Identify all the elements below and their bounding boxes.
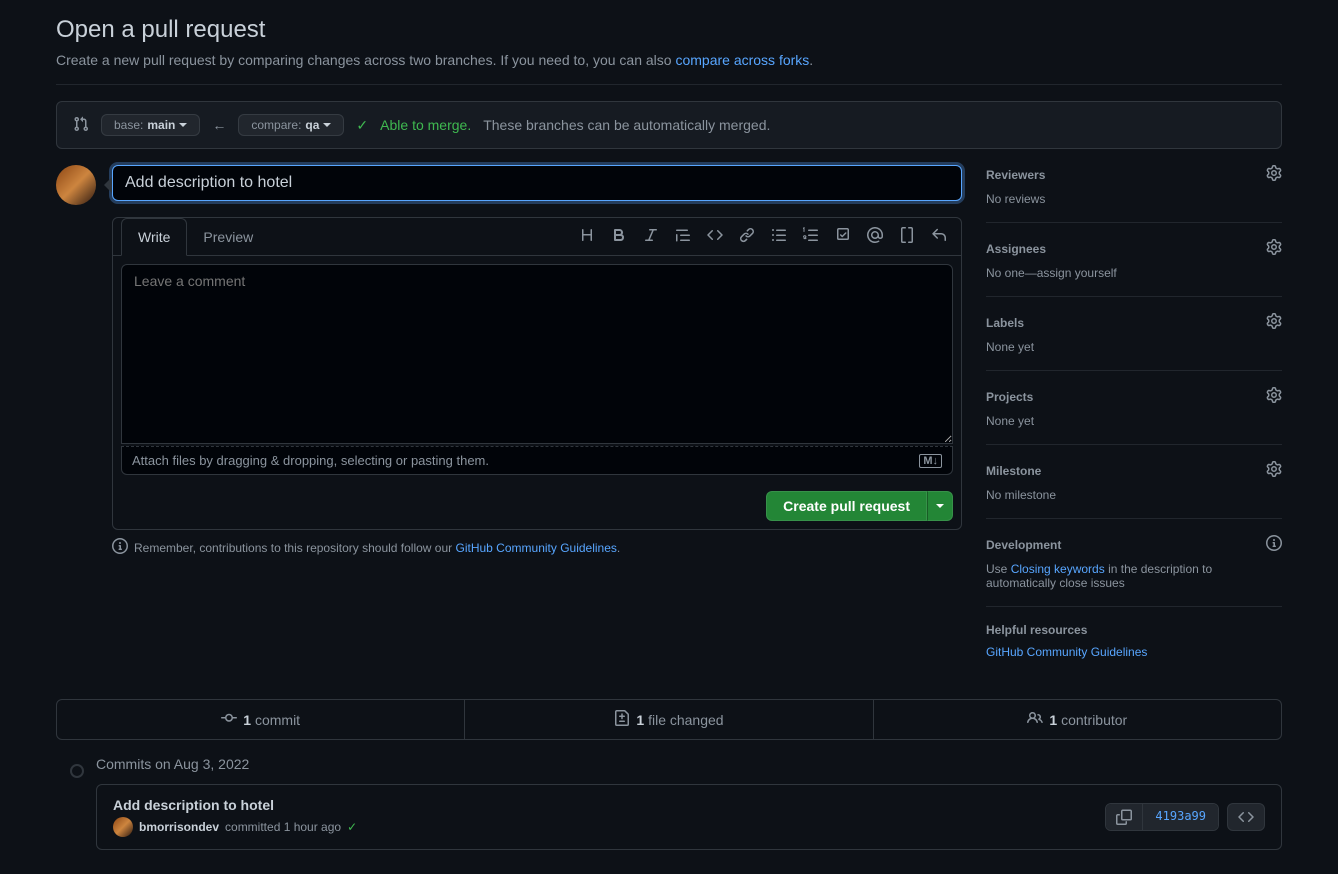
merge-status-text: Able to merge. [380, 117, 471, 133]
people-icon [1027, 710, 1043, 729]
labels-title: Labels [986, 316, 1024, 330]
files-stat[interactable]: 1 file changed [465, 700, 873, 739]
commit-author-name[interactable]: bmorrisondev [139, 820, 219, 834]
tasklist-icon[interactable] [829, 223, 857, 250]
gear-icon[interactable] [1266, 165, 1282, 184]
guidelines-note: Remember, contributions to this reposito… [112, 538, 962, 557]
commit-date-header: Commits on Aug 3, 2022 [56, 756, 1282, 772]
browse-code-button[interactable] [1227, 803, 1265, 831]
page-title: Open a pull request [56, 16, 1282, 44]
commit-title[interactable]: Add description to hotel [113, 797, 357, 813]
code-icon[interactable] [701, 223, 729, 250]
milestone-body: No milestone [986, 488, 1282, 502]
preview-tab[interactable]: Preview [187, 219, 269, 255]
unordered-list-icon[interactable] [765, 223, 793, 250]
commit-author-avatar[interactable] [113, 817, 133, 837]
gear-icon[interactable] [1266, 239, 1282, 258]
community-guidelines-link[interactable]: GitHub Community Guidelines [456, 541, 617, 555]
markdown-icon[interactable]: M↓ [919, 454, 942, 468]
commit-item: Add description to hotel bmorrisondev co… [96, 784, 1282, 850]
resources-guidelines-link[interactable]: GitHub Community Guidelines [986, 645, 1147, 659]
reply-icon[interactable] [925, 223, 953, 250]
mention-icon[interactable] [861, 223, 889, 250]
gear-icon[interactable] [1266, 461, 1282, 480]
caret-down-icon [936, 504, 944, 508]
arrow-left-icon: ← [212, 117, 226, 133]
commit-sha-link[interactable]: 4193a99 [1142, 804, 1218, 830]
labels-body: None yet [986, 340, 1282, 354]
heading-icon[interactable] [573, 223, 601, 250]
development-body: Use Closing keywords in the description … [986, 562, 1282, 590]
caret-down-icon [179, 123, 187, 127]
commit-icon [221, 710, 237, 729]
compare-forks-link[interactable]: compare across forks [675, 52, 809, 68]
stats-bar: 1 commit 1 file changed 1 contributor [56, 699, 1282, 740]
bold-icon[interactable] [605, 223, 633, 250]
caret-down-icon [323, 123, 331, 127]
comment-textarea[interactable] [121, 264, 953, 444]
copy-sha-button[interactable] [1106, 804, 1142, 830]
development-title: Development [986, 538, 1061, 552]
milestone-title: Milestone [986, 464, 1041, 478]
git-compare-icon [73, 116, 89, 135]
resources-title: Helpful resources [986, 623, 1087, 637]
info-icon [112, 538, 128, 557]
compare-box: base: main ← compare: qa ✓ Able to merge… [56, 101, 1282, 149]
info-icon[interactable] [1266, 535, 1282, 554]
reviewers-body: No reviews [986, 192, 1282, 206]
reference-icon[interactable] [893, 223, 921, 250]
divider [56, 84, 1282, 85]
merge-message: These branches can be automatically merg… [483, 117, 770, 133]
create-pr-button[interactable]: Create pull request [766, 491, 927, 521]
pr-title-input[interactable] [112, 165, 962, 201]
quote-icon[interactable] [669, 223, 697, 250]
commits-stat[interactable]: 1 commit [57, 700, 465, 739]
projects-title: Projects [986, 390, 1033, 404]
reviewers-title: Reviewers [986, 168, 1045, 182]
gear-icon[interactable] [1266, 313, 1282, 332]
base-branch-button[interactable]: base: main [101, 114, 200, 136]
compare-branch-button[interactable]: compare: qa [238, 114, 344, 136]
assignees-body: No one—assign yourself [986, 266, 1282, 280]
italic-icon[interactable] [637, 223, 665, 250]
assignees-title: Assignees [986, 242, 1046, 256]
attach-files-bar[interactable]: Attach files by dragging & dropping, sel… [121, 446, 953, 475]
create-pr-dropdown-button[interactable] [927, 491, 953, 521]
check-icon[interactable]: ✓ [347, 820, 357, 834]
file-diff-icon [614, 710, 630, 729]
gear-icon[interactable] [1266, 387, 1282, 406]
ordered-list-icon[interactable] [797, 223, 825, 250]
assign-yourself-link[interactable]: assign yourself [1037, 266, 1117, 280]
page-subtitle: Create a new pull request by comparing c… [56, 52, 1282, 68]
write-tab[interactable]: Write [121, 218, 187, 256]
projects-body: None yet [986, 414, 1282, 428]
contributors-stat[interactable]: 1 contributor [874, 700, 1281, 739]
user-avatar[interactable] [56, 165, 96, 205]
merge-status-check-icon: ✓ [356, 117, 368, 134]
closing-keywords-link[interactable]: Closing keywords [1011, 562, 1105, 576]
link-icon[interactable] [733, 223, 761, 250]
